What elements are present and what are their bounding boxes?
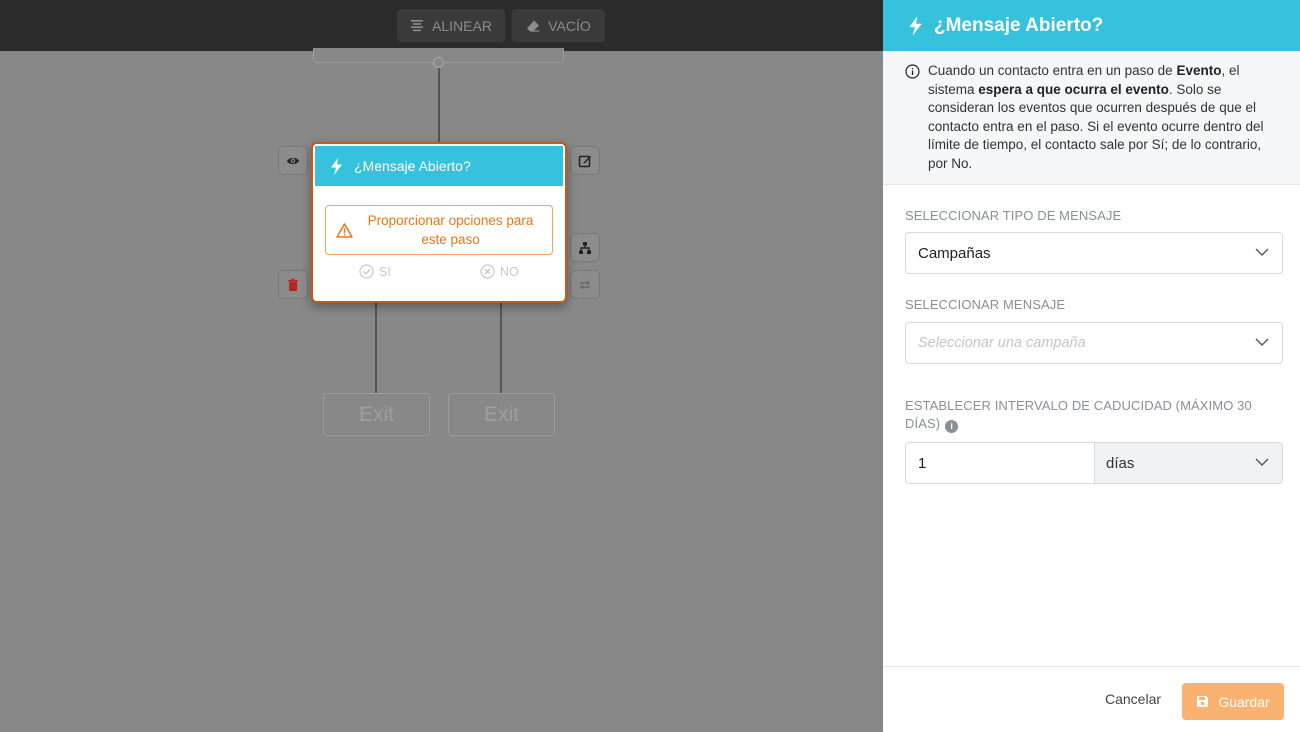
info-icon[interactable]: i [945, 420, 959, 433]
warning-text: Proporcionar opciones para este paso [367, 213, 534, 247]
info-text: Cuando un contacto entra en un paso de E… [928, 63, 1264, 171]
connector-line [438, 68, 440, 144]
align-button[interactable]: ALINEAR [397, 9, 505, 42]
expiry-number-input[interactable] [906, 443, 1095, 483]
x-circle-icon [480, 264, 495, 279]
message-type-label: SELECCIONAR TIPO DE MENSAJE [905, 208, 1122, 223]
info-box: Cuando un contacto entra en un paso de E… [883, 51, 1300, 185]
swap-button[interactable] [570, 270, 600, 299]
exit-node-yes[interactable]: Exit [323, 393, 430, 436]
event-node-warning: Proporcionar opciones para este paso [325, 205, 553, 255]
event-node-header: ¿Mensaje Abierto? [315, 146, 563, 186]
swap-icon [580, 280, 590, 289]
align-icon [411, 19, 424, 31]
save-label: Guardar [1218, 693, 1270, 710]
no-branch: NO [480, 264, 519, 279]
sitemap-icon [579, 241, 591, 254]
eraser-icon [527, 20, 540, 32]
expiry-label: ESTABLECER INTERVALO DE CADUCIDAD (MÁXIM… [905, 398, 1252, 433]
connector-line-no [500, 300, 502, 394]
message-label: SELECCIONAR MENSAJE [905, 297, 1066, 312]
view-button[interactable] [278, 146, 308, 175]
yes-branch: SI [359, 264, 391, 279]
eye-icon [287, 157, 299, 164]
info-circle-icon [905, 64, 920, 79]
message-placeholder: Seleccionar una campaña [918, 335, 1086, 351]
chevron-down-icon [1255, 458, 1269, 466]
message-type-value: Campañas [918, 244, 991, 262]
align-label: ALINEAR [432, 17, 492, 34]
save-button[interactable]: Guardar [1182, 683, 1284, 720]
check-circle-icon [359, 264, 374, 279]
edit-icon [578, 155, 591, 167]
message-type-select[interactable]: Campañas [905, 232, 1283, 274]
chevron-down-icon [1255, 338, 1269, 346]
edit-button[interactable] [570, 146, 600, 175]
no-label: NO [500, 264, 519, 279]
message-select[interactable]: Seleccionar una campaña [905, 322, 1283, 364]
lightning-icon [909, 15, 922, 36]
delete-button[interactable] [278, 270, 308, 299]
expiry-unit-select[interactable]: días [1095, 443, 1282, 483]
chevron-down-icon [1255, 248, 1269, 256]
branch-button[interactable] [570, 233, 600, 262]
lightning-icon [331, 157, 342, 175]
expiry-field: días [905, 442, 1283, 484]
flow-canvas[interactable]: ALINEAR VACÍO ¿Mensaje Abierto? Proporci… [0, 0, 883, 732]
panel-footer: Cancelar Guardar [883, 666, 1300, 732]
canvas-toolbar: ALINEAR VACÍO [0, 0, 883, 51]
yes-label: SI [379, 264, 391, 279]
warning-icon [336, 222, 353, 238]
trash-icon [288, 278, 298, 291]
panel-title: ¿Mensaje Abierto? [934, 14, 1104, 36]
settings-panel: ¿Mensaje Abierto? Cuando un contacto ent… [883, 0, 1300, 732]
cancel-button[interactable]: Cancelar [1105, 691, 1161, 707]
expiry-unit-value: días [1106, 454, 1135, 472]
exit-node-no[interactable]: Exit [448, 393, 555, 436]
empty-button[interactable]: VACÍO [512, 9, 605, 42]
connector-line-yes [375, 300, 377, 394]
connection-port[interactable] [433, 57, 444, 68]
empty-label: VACÍO [548, 17, 591, 34]
event-node-title: ¿Mensaje Abierto? [354, 158, 471, 174]
event-node[interactable]: ¿Mensaje Abierto? Proporcionar opciones … [311, 142, 567, 303]
panel-header: ¿Mensaje Abierto? [883, 0, 1300, 51]
save-icon [1197, 696, 1209, 707]
